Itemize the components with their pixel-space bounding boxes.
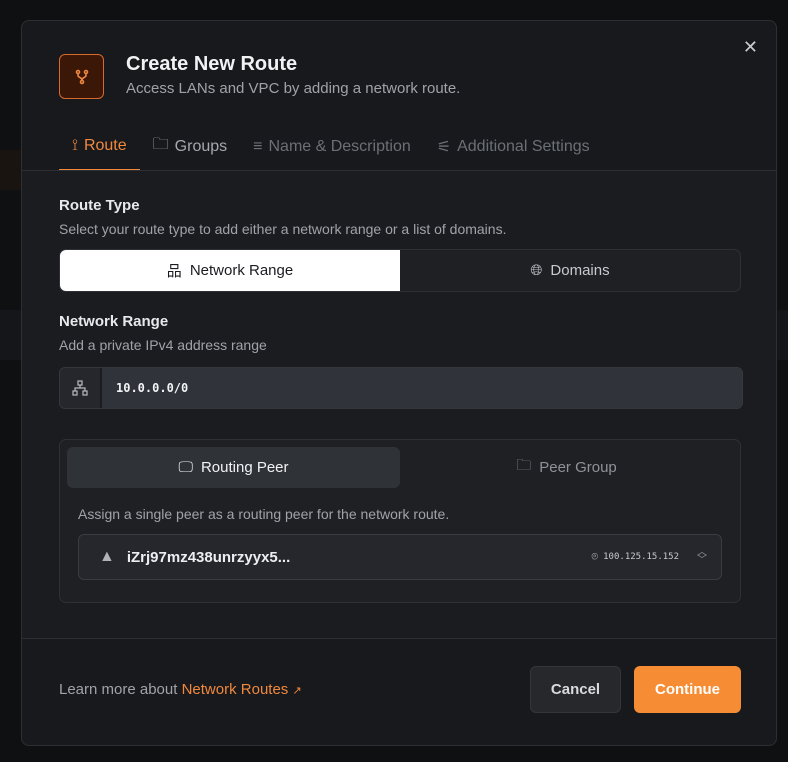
dialog-subtitle: Access LANs and VPC by adding a network …: [126, 80, 461, 97]
tab-label: Routing Peer: [200, 459, 289, 476]
globe-icon: 🌐︎: [530, 262, 543, 279]
route-type-description: Select your route type to add either a n…: [59, 221, 507, 237]
network-range-value[interactable]: 10.0.0.0/0: [102, 368, 742, 408]
chevron-up-down-icon: ︿ ﹀: [697, 547, 707, 566]
network-routes-link[interactable]: Network Routes ↗: [182, 681, 302, 698]
tab-label: Name & Description: [268, 137, 411, 155]
tab-route[interactable]: ⟟ Route: [59, 129, 140, 171]
link-label: Network Routes: [181, 681, 289, 698]
routing-peer-description: Assign a single peer as a routing peer f…: [78, 506, 450, 522]
dialog-title: Create New Route: [126, 53, 298, 75]
folder-icon: 🗀: [152, 136, 169, 153]
folder-icon: 🗀: [516, 457, 532, 474]
network-range-option[interactable]: 品 Network Range: [60, 250, 400, 291]
domains-option[interactable]: 🌐︎ Domains: [400, 250, 740, 291]
text-icon: ≡: [253, 137, 263, 155]
tab-bar: ⟟ Route 🗀 Groups ≡ Name & Description ⚟ Addi…: [59, 129, 603, 171]
device-icon: 🖵︎: [178, 459, 193, 476]
tab-label: Peer Group: [539, 459, 617, 476]
learn-more-text: Learn more about: [59, 681, 178, 698]
option-label: Network Range: [189, 262, 294, 279]
location-pin-icon: ⌾: [591, 550, 599, 563]
route-type-label: Route Type: [59, 197, 140, 214]
option-label: Domains: [550, 262, 610, 279]
route-icon: ⟟: [72, 136, 78, 154]
network-range-description: Add a private IPv4 address range: [59, 337, 267, 353]
tab-label: Route: [83, 136, 127, 154]
peer-group-tab[interactable]: 🗀 Peer Group: [400, 447, 733, 488]
linux-icon: ▲: [99, 548, 115, 565]
close-button[interactable]: ✕: [743, 37, 758, 58]
network-icon: [60, 368, 102, 408]
peer-name: iZrj97mz438unrzyyx5...: [126, 548, 291, 566]
create-route-dialog: ✕ Create New Route Access LANs and VPC b…: [21, 20, 777, 746]
continue-button[interactable]: Continue: [634, 666, 741, 713]
cancel-button[interactable]: Cancel: [530, 666, 621, 713]
network-icon: 品: [166, 263, 182, 280]
route-type-toggle: 品 Network Range 🌐︎ Domains: [59, 249, 741, 292]
route-icon: [59, 54, 104, 99]
tab-label: Additional Settings: [457, 137, 590, 155]
learn-more: Learn more about Network Routes ↗: [59, 681, 302, 698]
tab-groups[interactable]: 🗀 Groups: [140, 129, 240, 164]
divider: [22, 638, 776, 639]
settings-icon: ⚟: [436, 138, 452, 156]
tab-additional-settings[interactable]: ⚟ Additional Settings: [424, 129, 603, 164]
network-range-label: Network Range: [59, 313, 169, 330]
tab-label: Groups: [174, 137, 228, 155]
tab-name-description[interactable]: ≡ Name & Description: [240, 129, 424, 164]
routing-peer-panel: 🖵︎ Routing Peer 🗀 Peer Group Assign a sing…: [59, 439, 741, 603]
background: [0, 150, 21, 190]
network-range-input[interactable]: 10.0.0.0/0: [59, 367, 743, 409]
peer-select[interactable]: ▲ iZrj97mz438unrzyyx5... ⌾ 100.125.15.15…: [78, 534, 722, 580]
routing-peer-tab[interactable]: 🖵︎ Routing Peer: [67, 447, 400, 488]
peer-ip: 100.125.15.152: [603, 552, 679, 562]
dialog-body: Route Type Select your route type to add…: [22, 171, 776, 639]
external-link-icon: ↗: [292, 685, 302, 697]
